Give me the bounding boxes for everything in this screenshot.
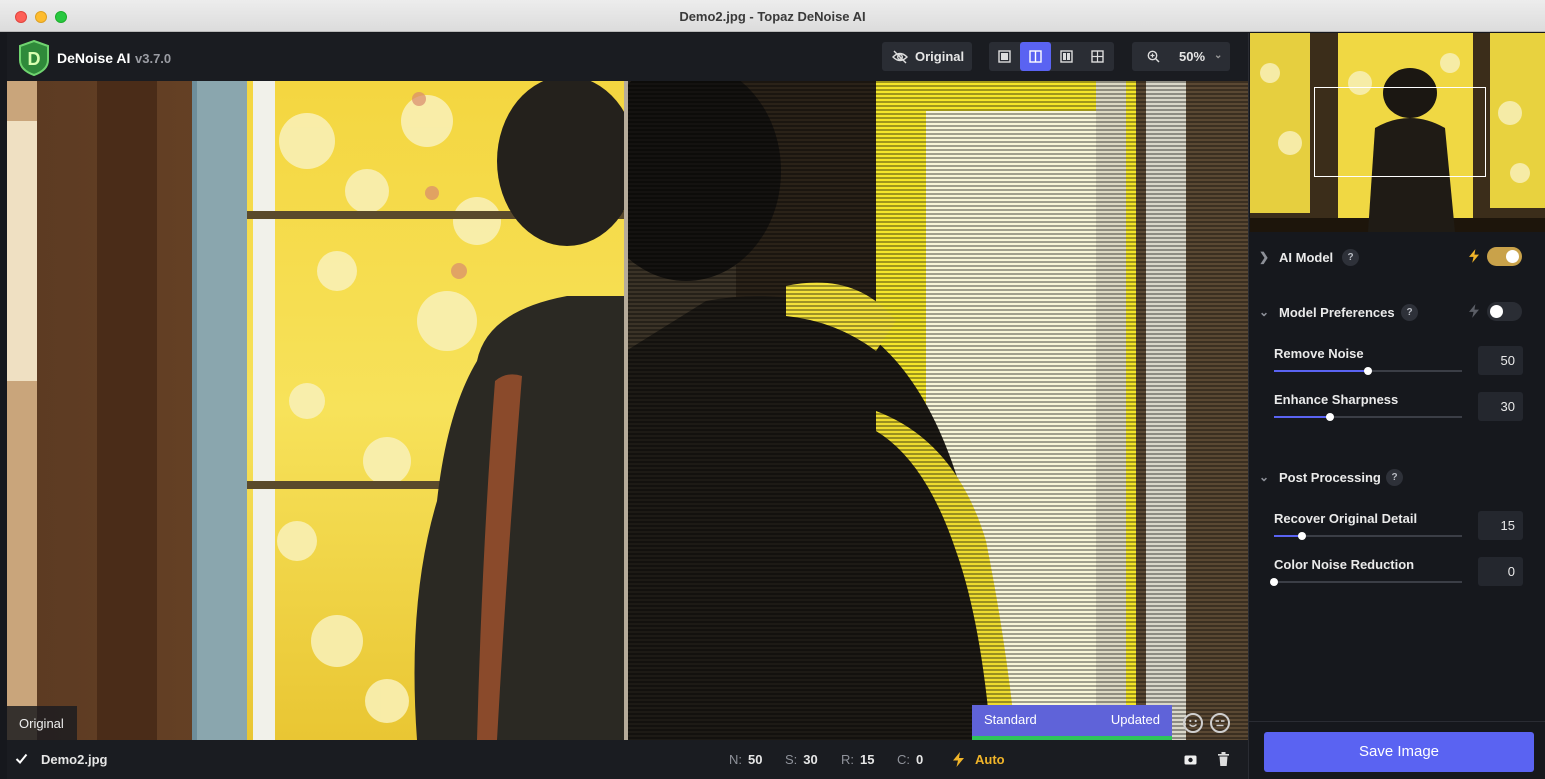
- remove-noise-knob[interactable]: [1364, 367, 1372, 375]
- post-processing-help-icon[interactable]: ?: [1386, 469, 1403, 486]
- zoom-value: 50%: [1179, 49, 1206, 64]
- recover-detail-knob[interactable]: [1298, 532, 1307, 540]
- enhance-sharpness-knob[interactable]: [1326, 413, 1335, 421]
- chevron-down-icon: ⌄: [1259, 470, 1270, 484]
- color-noise-track[interactable]: [1270, 578, 1462, 586]
- stat-sharpness: S: 30: [785, 752, 818, 767]
- checkmark-icon[interactable]: [15, 752, 28, 765]
- slider-enhance-sharpness[interactable]: Enhance Sharpness 30: [1274, 392, 1536, 436]
- chevron-right-icon: ❯: [1259, 250, 1270, 264]
- color-noise-label: Color Noise Reduction: [1274, 557, 1415, 572]
- app-window: Demo2.jpg - Topaz DeNoise AI D DeNoise A…: [0, 0, 1545, 779]
- app-version: v3.7.0: [135, 51, 172, 66]
- preview-icon[interactable]: [1184, 754, 1197, 765]
- zoom-in-icon: [1147, 50, 1160, 63]
- recover-detail-track[interactable]: [1274, 532, 1462, 540]
- enhance-sharpness-fill: [1274, 416, 1331, 418]
- recover-detail-label: Recover Original Detail: [1274, 511, 1418, 526]
- save-image-button[interactable]: Save Image: [1264, 732, 1534, 772]
- view-mode-group: [989, 42, 1114, 71]
- chevron-down-icon: ⌄: [1259, 305, 1270, 319]
- processed-photo: [626, 81, 1248, 740]
- split-divider-handle[interactable]: [624, 81, 628, 740]
- denoise-logo-icon: D: [19, 40, 49, 76]
- lightning-bolt-icon: [1469, 249, 1479, 263]
- comparison-grid-icon: [1091, 50, 1104, 63]
- original-photo: [7, 81, 626, 740]
- lightning-bolt-icon: [953, 752, 964, 767]
- original-overlay-text: Original: [19, 716, 64, 731]
- eye-off-icon: [892, 50, 908, 64]
- view-single-button[interactable]: [989, 42, 1020, 71]
- chevron-down-icon: ⌄: [1214, 50, 1223, 61]
- section-model-preferences[interactable]: ⌄ Model Preferences ?: [1249, 298, 1545, 328]
- remove-noise-label: Remove Noise: [1274, 346, 1364, 361]
- navigator-viewport-frame[interactable]: [1314, 87, 1486, 177]
- ai-model-help-icon[interactable]: ?: [1342, 249, 1359, 266]
- zoom-control[interactable]: 50% ⌄: [1132, 42, 1230, 71]
- view-side-by-side-button[interactable]: [1051, 42, 1082, 71]
- post-processing-title: Post Processing: [1279, 470, 1381, 485]
- smile-face-icon[interactable]: [1183, 713, 1203, 733]
- remove-noise-fill: [1274, 370, 1368, 372]
- slider-color-noise-reduction[interactable]: Color Noise Reduction 0: [1270, 557, 1536, 601]
- model-preferences-title: Model Preferences: [1279, 305, 1395, 320]
- auto-label: Auto: [975, 752, 1005, 767]
- color-noise-value[interactable]: 0: [1478, 557, 1523, 586]
- stat-recover: R: 15: [841, 752, 875, 767]
- app-name: DeNoise AI: [57, 50, 131, 66]
- model-name: Standard: [984, 712, 1037, 727]
- enhance-sharpness-track[interactable]: [1274, 413, 1462, 421]
- toggle-knob: [1506, 250, 1519, 263]
- navigator-thumbnail[interactable]: [1250, 33, 1545, 232]
- section-post-processing[interactable]: ⌄ Post Processing ?: [1249, 463, 1545, 493]
- processed-image-half: [626, 81, 1248, 740]
- view-comparison-button[interactable]: [1082, 42, 1113, 71]
- window-title: Demo2.jpg - Topaz DeNoise AI: [679, 9, 866, 24]
- ai-model-title: AI Model: [1279, 250, 1334, 265]
- stat-color: C: 0: [897, 752, 924, 767]
- slider-remove-noise[interactable]: Remove Noise 50: [1274, 346, 1536, 390]
- model-preferences-help-icon[interactable]: ?: [1401, 304, 1418, 321]
- single-view-icon: [998, 50, 1011, 63]
- remove-noise-value[interactable]: 50: [1478, 346, 1523, 375]
- show-original-button[interactable]: Original: [882, 42, 972, 71]
- original-image-half: [7, 81, 626, 740]
- enhance-sharpness-value[interactable]: 30: [1478, 392, 1523, 421]
- enhance-sharpness-label: Enhance Sharpness: [1274, 392, 1399, 407]
- stat-noise: N: 50: [729, 752, 763, 767]
- panel-divider: [1249, 721, 1545, 722]
- settings-panel: ❯ AI Model ? ⌄ Model Preferences ? Remov…: [1248, 33, 1545, 779]
- color-noise-knob[interactable]: [1270, 578, 1278, 586]
- top-toolbar: D DeNoise AI v3.7.0 Original 50% ⌄: [7, 33, 1248, 81]
- trash-icon[interactable]: [1218, 752, 1229, 766]
- image-viewport[interactable]: Original Standard Updated: [7, 81, 1248, 740]
- file-name: Demo2.jpg: [41, 752, 108, 767]
- ai-model-toggle[interactable]: [1487, 247, 1522, 266]
- title-bar: Demo2.jpg - Topaz DeNoise AI: [0, 0, 1545, 32]
- neutral-face-icon[interactable]: [1210, 713, 1230, 733]
- original-overlay-label: Original: [7, 706, 77, 740]
- model-status: Updated: [1110, 712, 1160, 727]
- split-view-icon: [1029, 50, 1042, 63]
- model-status-bar[interactable]: Standard Updated: [972, 705, 1172, 740]
- section-ai-model[interactable]: ❯ AI Model ?: [1249, 243, 1545, 273]
- remove-noise-track[interactable]: [1274, 367, 1462, 375]
- slider-recover-original-detail[interactable]: Recover Original Detail 15: [1274, 511, 1536, 555]
- toggle-knob: [1490, 305, 1503, 318]
- model-preferences-toggle[interactable]: [1487, 302, 1522, 321]
- side-by-side-icon: [1060, 50, 1073, 63]
- recover-detail-value[interactable]: 15: [1478, 511, 1523, 540]
- show-original-label: Original: [915, 49, 965, 64]
- logo-letter: D: [28, 49, 41, 69]
- view-split-button[interactable]: [1020, 42, 1051, 71]
- status-bar: Demo2.jpg N: 50 S: 30 R: 15 C: 0 Auto: [7, 740, 1248, 779]
- lightning-bolt-icon: [1469, 304, 1479, 318]
